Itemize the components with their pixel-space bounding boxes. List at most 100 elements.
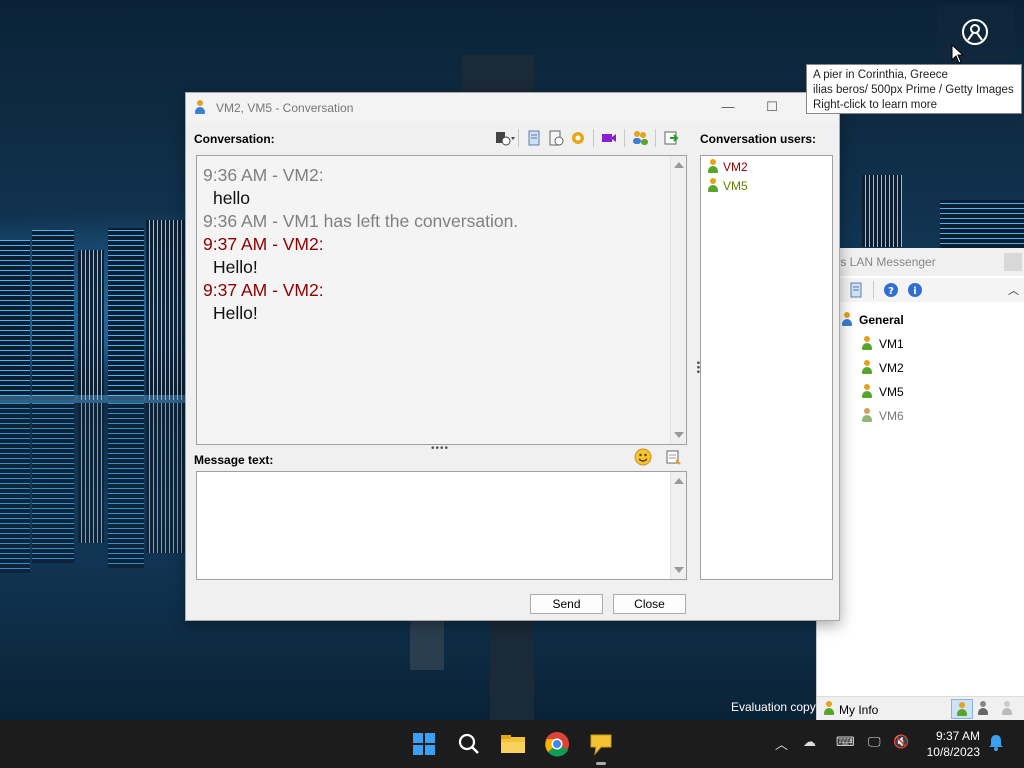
conversation-title: VM2, VM5 - Conversation — [216, 101, 354, 115]
message-header: 9:37 AM - VM2: — [203, 280, 324, 300]
contact-vm1[interactable]: VM1 — [861, 334, 904, 354]
send-file-icon[interactable] — [664, 448, 682, 469]
font-options-icon[interactable] — [494, 129, 515, 147]
group-icon — [841, 311, 853, 329]
scroll-down-icon[interactable] — [674, 567, 684, 573]
close-button[interactable]: Close — [613, 594, 686, 614]
messenger-titlebar[interactable]: ftros LAN Messenger — [817, 248, 1024, 276]
user-icon — [861, 359, 873, 377]
clock-date: 10/8/2023 — [926, 745, 980, 759]
user-icon — [861, 383, 873, 401]
save-conversation-icon[interactable] — [525, 129, 543, 147]
message-scrollbar[interactable] — [670, 472, 686, 579]
user-icon — [823, 701, 835, 718]
search-icon — [458, 733, 479, 754]
message-header: 9:36 AM - VM2: — [203, 165, 324, 185]
conversation-user-name: VM2 — [723, 160, 748, 174]
message-text: Hello! — [213, 303, 258, 323]
messenger-icon — [590, 734, 612, 756]
tooltip-line-1: A pier in Corinthia, Greece — [813, 69, 948, 81]
clock[interactable]: 9:37 AM 10/8/2023 — [918, 728, 980, 760]
start-button[interactable] — [410, 730, 438, 758]
show-hidden-icons[interactable]: ︿ — [775, 734, 788, 753]
mouse-cursor-icon — [951, 44, 965, 64]
messenger-toolbar: ? i ︿ — [817, 278, 1024, 302]
history-icon[interactable] — [847, 281, 865, 299]
send-button[interactable]: Send — [530, 594, 603, 614]
conversation-titlebar[interactable]: VM2, VM5 - Conversation — ☐ — [186, 93, 839, 123]
network-icon[interactable]: 🖵 — [868, 734, 881, 750]
conversation-user-vm5[interactable]: VM5 — [707, 177, 748, 195]
contact-vm2[interactable]: VM2 — [861, 358, 904, 378]
message-input[interactable] — [196, 471, 687, 580]
messenger-window: ftros LAN Messenger ? i ︿ General VM1 VM… — [816, 248, 1024, 720]
conversation-toolbar — [494, 129, 680, 147]
message-text: hello — [213, 188, 250, 208]
folder-icon — [501, 735, 525, 753]
user-icon — [861, 335, 873, 353]
chrome-button[interactable] — [543, 730, 571, 758]
add-users-icon[interactable] — [631, 129, 649, 147]
camera-icon — [962, 19, 988, 45]
messenger-close-button[interactable] — [1004, 253, 1022, 271]
wallpaper-tooltip: A pier in Corinthia, Greece ilias beros/… — [806, 64, 1022, 114]
status-offline-icon[interactable] — [1001, 701, 1013, 718]
search-button[interactable] — [455, 730, 483, 758]
taskbar: ︿ ☁ ⌨ 🖵 🔇 9:37 AM 10/8/2023 — [0, 720, 1024, 768]
windows-icon — [413, 733, 435, 755]
maximize-button[interactable]: ☐ — [762, 99, 782, 117]
history-icon[interactable] — [547, 129, 565, 147]
svg-text:i: i — [913, 286, 916, 297]
tooltip-line-2: ilias beros/ 500px Prime / Getty Images — [813, 84, 1014, 96]
conversation-label: Conversation: — [194, 132, 275, 146]
user-icon — [707, 158, 719, 176]
my-info-label: My Info — [839, 702, 879, 717]
active-app-indicator — [596, 762, 606, 765]
scroll-down-icon[interactable] — [674, 432, 684, 438]
my-info-button[interactable]: My Info — [823, 701, 878, 718]
horizontal-splitter[interactable]: •••• — [431, 443, 449, 454]
emoticon-icon[interactable] — [634, 448, 652, 469]
collapse-toolbar-icon[interactable]: ︿ — [1008, 282, 1019, 298]
message-text-label: Message text: — [194, 453, 274, 467]
contact-vm5[interactable]: VM5 — [861, 382, 904, 402]
onedrive-icon[interactable]: ☁ — [803, 734, 816, 750]
message-header: 9:37 AM - VM2: — [203, 234, 324, 254]
minimize-button[interactable]: — — [718, 99, 738, 117]
conversation-user-vm2[interactable]: VM2 — [707, 158, 748, 176]
conversation-history[interactable]: 9:36 AM - VM2: hello 9:36 AM - VM1 has l… — [196, 155, 687, 445]
scroll-up-icon[interactable] — [674, 478, 684, 484]
message-text: Hello! — [213, 257, 258, 277]
video-call-icon[interactable] — [600, 129, 618, 147]
notification-bell-icon[interactable] — [988, 733, 1004, 754]
group-label: General — [859, 313, 904, 327]
contact-vm6[interactable]: VM6 — [861, 406, 904, 426]
user-icon — [707, 177, 719, 195]
tooltip-line-3: Right-click to learn more — [813, 99, 937, 111]
leave-conversation-icon[interactable] — [662, 129, 680, 147]
conversation-users-list: VM2 VM5 — [700, 155, 833, 580]
contact-name: VM6 — [879, 409, 904, 423]
lan-messenger-taskbar-button[interactable] — [587, 730, 615, 758]
history-scrollbar[interactable] — [670, 156, 686, 444]
messenger-title: ftros LAN Messenger — [823, 255, 936, 269]
chrome-icon — [545, 732, 569, 757]
about-icon[interactable]: i — [906, 281, 924, 299]
group-general[interactable]: General — [841, 310, 904, 330]
keyboard-icon[interactable]: ⌨ — [836, 734, 855, 750]
transfer-file-icon[interactable] — [569, 129, 587, 147]
volume-muted-icon[interactable]: 🔇 — [893, 734, 909, 750]
help-icon[interactable]: ? — [882, 281, 900, 299]
status-available-icon[interactable] — [951, 699, 973, 719]
contact-name: VM5 — [879, 385, 904, 399]
history-content: 9:36 AM - VM2: hello 9:36 AM - VM1 has l… — [203, 164, 673, 325]
contact-name: VM2 — [879, 361, 904, 375]
learn-about-picture-button[interactable] — [937, 5, 1015, 61]
svg-text:?: ? — [888, 286, 894, 297]
scroll-up-icon[interactable] — [674, 162, 684, 168]
status-busy-icon[interactable] — [977, 701, 989, 718]
conversation-users-label: Conversation users: — [700, 132, 817, 146]
file-explorer-button[interactable] — [499, 730, 527, 758]
user-icon — [861, 407, 873, 425]
system-message: 9:36 AM - VM1 has left the conversation. — [203, 211, 519, 231]
